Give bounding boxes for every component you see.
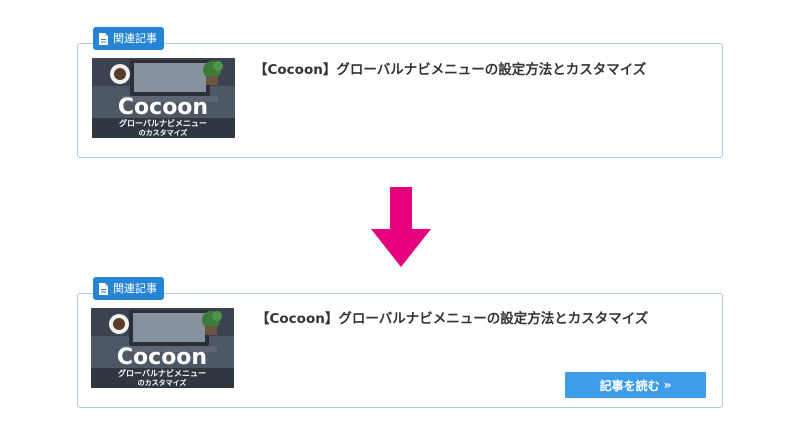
related-article-card-before[interactable]: 関連記事 Cocoon グローバルナビメニュー のカスタマイズ 【Cocoon】… <box>77 27 723 158</box>
thumbnail-brand-text: Cocoon <box>118 95 208 120</box>
article-title[interactable]: 【Cocoon】グローバルナビメニューの設定方法とカスタマイズ <box>256 307 706 327</box>
document-icon <box>99 32 108 45</box>
related-article-badge: 関連記事 <box>93 27 164 50</box>
thumbnail-subtitle-line2: のカスタマイズ <box>138 378 187 387</box>
thumbnail-subtitle-line1: グローバルナビメニュー <box>118 368 206 378</box>
article-thumbnail[interactable]: Cocoon グローバルナビメニュー のカスタマイズ <box>92 58 235 138</box>
thumbnail-subtitle-line2: のカスタマイズ <box>139 128 188 137</box>
read-article-button[interactable]: 記事を読む » <box>565 372 706 398</box>
thumbnail-subtitle-line1: グローバルナビメニュー <box>119 118 207 128</box>
related-article-badge-label: 関連記事 <box>113 32 157 45</box>
document-icon <box>99 282 108 295</box>
thumbnail-brand-text: Cocoon <box>117 345 207 370</box>
read-article-button-label: 記事を読む <box>599 378 660 393</box>
related-article-card-after[interactable]: 関連記事 Cocoon グローバルナビメニュー のカスタマイズ 【Cocoon】… <box>77 277 723 408</box>
arrow-down-icon <box>371 187 431 267</box>
related-article-badge: 関連記事 <box>93 277 164 300</box>
article-thumbnail[interactable]: Cocoon グローバルナビメニュー のカスタマイズ <box>91 308 234 388</box>
related-article-badge-label: 関連記事 <box>113 282 157 295</box>
double-chevron-right-icon: » <box>663 378 672 392</box>
article-title[interactable]: 【Cocoon】グローバルナビメニューの設定方法とカスタマイズ <box>254 58 704 78</box>
